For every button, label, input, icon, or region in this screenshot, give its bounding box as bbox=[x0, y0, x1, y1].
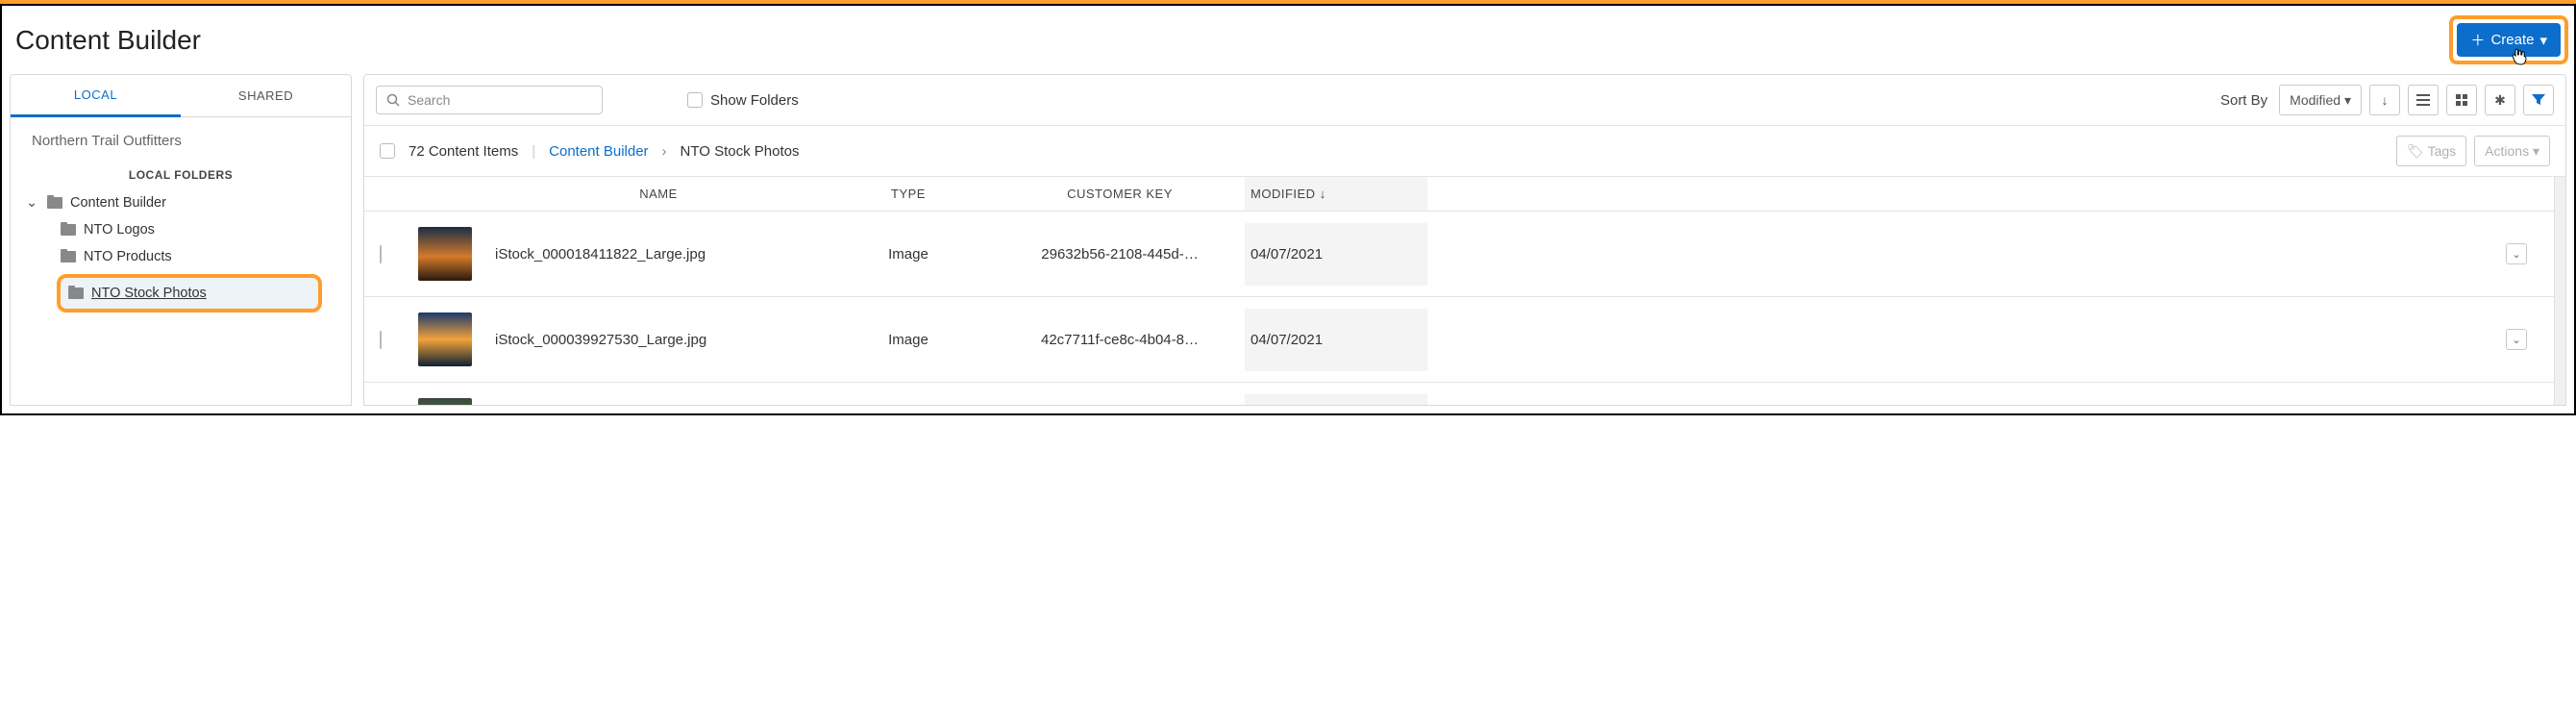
actions-dropdown[interactable]: Actions ▾ bbox=[2474, 136, 2550, 166]
create-button[interactable]: ＋ Create ▾ bbox=[2457, 23, 2561, 57]
tags-button[interactable]: 🏷 Tags bbox=[2396, 136, 2466, 166]
folder-icon bbox=[68, 288, 84, 299]
row-type: Image bbox=[822, 332, 995, 348]
thumbnail bbox=[418, 312, 472, 366]
row-name: iStock_000018411822_Large.jpg bbox=[495, 246, 822, 262]
search-input[interactable]: Search bbox=[376, 86, 603, 114]
row-modified: 04/07/2021 bbox=[1245, 223, 1427, 286]
col-type[interactable]: TYPE bbox=[822, 187, 995, 201]
scrollbar[interactable] bbox=[2554, 177, 2565, 405]
arrow-down-icon: ↓ bbox=[1320, 187, 1326, 201]
folder-root[interactable]: ⌄ Content Builder bbox=[20, 189, 341, 216]
arrow-down-icon: ↓ bbox=[2382, 92, 2389, 108]
row-actions-button[interactable]: ⌄ bbox=[2506, 243, 2527, 264]
chevron-down-icon: ⌄ bbox=[2512, 248, 2520, 261]
select-all-checkbox[interactable] bbox=[380, 143, 395, 159]
sidebar: LOCAL SHARED Northern Trail Outfitters L… bbox=[10, 74, 352, 406]
sort-field-dropdown[interactable]: Modified ▾ bbox=[2279, 85, 2362, 115]
filter-icon bbox=[2532, 94, 2545, 106]
list-icon bbox=[2416, 94, 2430, 106]
row-modified: 04/07/2021 bbox=[1245, 309, 1427, 371]
search-placeholder: Search bbox=[408, 92, 450, 108]
tab-local[interactable]: LOCAL bbox=[11, 75, 181, 117]
tag-icon: 🏷 bbox=[2407, 143, 2424, 160]
plus-icon: ＋ bbox=[2470, 30, 2485, 50]
caret-down-icon: ▾ bbox=[2344, 92, 2351, 109]
breadcrumb-root[interactable]: Content Builder bbox=[549, 143, 648, 160]
thumbnail bbox=[418, 398, 472, 405]
page-title: Content Builder bbox=[15, 25, 201, 56]
cursor-icon bbox=[2511, 47, 2528, 66]
chevron-down-icon: ⌄ bbox=[26, 195, 39, 211]
column-headers: NAME TYPE CUSTOMER KEY MODIFIED ↓ bbox=[364, 177, 2554, 212]
org-name: Northern Trail Outfitters bbox=[11, 117, 351, 161]
show-folders-toggle[interactable]: Show Folders bbox=[687, 92, 799, 109]
row-name: iStock_000039927530_Large.jpg bbox=[495, 332, 822, 348]
row-key: 42c7711f-ce8c-4b04-8… bbox=[995, 332, 1245, 348]
row-checkbox[interactable] bbox=[380, 245, 382, 263]
col-modified[interactable]: MODIFIED ↓ bbox=[1245, 177, 1427, 211]
sort-direction-button[interactable]: ↓ bbox=[2369, 85, 2400, 115]
row-modified: 04/07/2021 bbox=[1245, 394, 1427, 406]
settings-button[interactable]: ✱ bbox=[2485, 85, 2515, 115]
gear-icon: ✱ bbox=[2494, 92, 2506, 109]
view-grid-button[interactable] bbox=[2446, 85, 2477, 115]
col-key[interactable]: CUSTOMER KEY bbox=[995, 187, 1245, 201]
folders-heading: LOCAL FOLDERS bbox=[11, 161, 351, 189]
main-panel: Search Show Folders Sort By Modified ▾ ↓ bbox=[363, 74, 2566, 406]
table-row[interactable]: iStock_000039927530_Large.jpgImage42c771… bbox=[364, 297, 2554, 383]
folder-icon bbox=[47, 197, 62, 209]
thumbnail bbox=[418, 227, 472, 281]
breadcrumb-current: NTO Stock Photos bbox=[681, 143, 800, 160]
chevron-down-icon: ⌄ bbox=[2512, 334, 2520, 346]
item-count: 72 Content Items bbox=[409, 143, 518, 160]
view-list-button[interactable] bbox=[2408, 85, 2439, 115]
row-actions-button[interactable]: ⌄ bbox=[2506, 329, 2527, 350]
folder-child[interactable]: NTO Products bbox=[20, 243, 341, 270]
filter-button[interactable] bbox=[2523, 85, 2554, 115]
search-icon bbox=[386, 93, 400, 107]
folder-child[interactable]: NTO Logos bbox=[20, 216, 341, 243]
row-type: Image bbox=[822, 246, 995, 262]
chevron-right-icon: › bbox=[662, 143, 667, 160]
table-row[interactable]: hiker.jpegImage2c032415-9845-438f-…04/07… bbox=[364, 383, 2554, 405]
checkbox-icon bbox=[687, 92, 703, 108]
folder-icon bbox=[61, 224, 76, 236]
row-checkbox[interactable] bbox=[380, 331, 382, 349]
grid-icon bbox=[2456, 94, 2467, 106]
row-key: 29632b56-2108-445d-… bbox=[995, 246, 1245, 262]
sort-by-label: Sort By bbox=[2220, 92, 2267, 109]
folder-icon bbox=[61, 251, 76, 262]
caret-down-icon: ▾ bbox=[2533, 143, 2539, 160]
table-row[interactable]: iStock_000018411822_Large.jpgImage29632b… bbox=[364, 212, 2554, 297]
caret-down-icon: ▾ bbox=[2539, 32, 2547, 49]
folder-child-selected[interactable]: NTO Stock Photos bbox=[68, 284, 310, 303]
col-name[interactable]: NAME bbox=[495, 187, 822, 201]
tab-shared[interactable]: SHARED bbox=[181, 75, 351, 116]
